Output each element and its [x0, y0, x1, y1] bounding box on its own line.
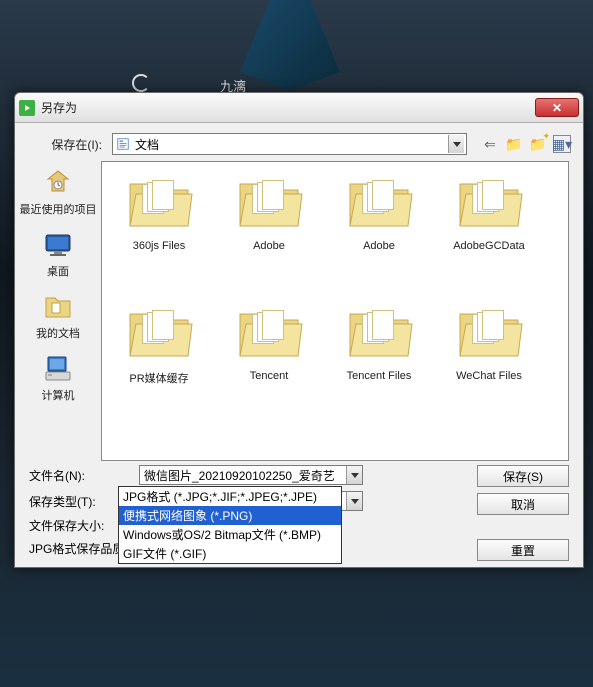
- filename-label: 文件名(N):: [29, 467, 133, 484]
- place-computer[interactable]: 计算机: [18, 353, 98, 403]
- file-list[interactable]: 360js Files Adobe Adobe AdobeGCData PR媒体缓存 Te…: [101, 161, 569, 461]
- place-label: 桌面: [18, 263, 98, 279]
- documents-icon: [115, 136, 131, 152]
- lookin-row: 保存在(I): 文档 ⇐ 📁 📁 ▦▾: [15, 123, 583, 161]
- dialog-title: 另存为: [41, 99, 535, 116]
- lookin-dropdown-icon[interactable]: [448, 135, 464, 153]
- folder-label: AdobeGCData: [439, 240, 539, 252]
- folder-label: WeChat Files: [439, 370, 539, 382]
- desktop-icon: [42, 229, 74, 261]
- folder-icon: [454, 174, 524, 234]
- folder-icon: [234, 174, 304, 234]
- side-buttons: 保存(S) 取消: [477, 465, 569, 515]
- folder-label: Tencent Files: [329, 370, 429, 382]
- lookin-combo[interactable]: 文档: [112, 133, 467, 155]
- folder-item[interactable]: Tencent: [214, 298, 324, 428]
- folder-icon: [344, 174, 414, 234]
- folder-icon: [234, 304, 304, 364]
- place-desktop[interactable]: 桌面: [18, 229, 98, 279]
- folder-item[interactable]: 360js Files: [104, 168, 214, 298]
- folder-icon: [124, 304, 194, 364]
- place-label: 计算机: [18, 387, 98, 403]
- filetype-dropdown[interactable]: JPG格式 (*.JPG;*.JIF;*.JPEG;*.JPE)便携式网络图象 …: [118, 486, 342, 564]
- computer-icon: [42, 353, 74, 385]
- folder-label: Adobe: [219, 240, 319, 252]
- cancel-button[interactable]: 取消: [477, 493, 569, 515]
- recent-icon: [42, 167, 74, 199]
- filename-field[interactable]: 微信图片_20210920102250_爱奇艺: [139, 465, 363, 485]
- place-recent[interactable]: 最近使用的项目: [18, 167, 98, 217]
- filename-value: 微信图片_20210920102250_爱奇艺: [140, 467, 346, 484]
- folder-item[interactable]: WeChat Files: [434, 298, 544, 428]
- folder-item[interactable]: Tencent Files: [324, 298, 434, 428]
- folder-label: 360js Files: [109, 240, 209, 252]
- folder-label: Tencent: [219, 370, 319, 382]
- folder-label: PR媒体缓存: [109, 370, 209, 386]
- folder-item[interactable]: Adobe: [214, 168, 324, 298]
- loading-spinner-icon: [132, 74, 150, 92]
- mydocs-icon: [42, 291, 74, 323]
- folder-icon: [454, 304, 524, 364]
- folder-item[interactable]: AdobeGCData: [434, 168, 544, 298]
- back-icon[interactable]: ⇐: [481, 135, 499, 153]
- filename-dd-icon[interactable]: [346, 466, 362, 484]
- filetype-dd-icon[interactable]: [346, 492, 362, 510]
- folder-item[interactable]: Adobe: [324, 168, 434, 298]
- app-icon: [19, 100, 35, 116]
- filetype-option[interactable]: GIF文件 (*.GIF): [119, 544, 341, 563]
- filetype-option[interactable]: JPG格式 (*.JPG;*.JIF;*.JPEG;*.JPE): [119, 487, 341, 506]
- place-label: 最近使用的项目: [18, 201, 98, 217]
- new-folder-icon[interactable]: 📁: [529, 135, 547, 153]
- filetype-option[interactable]: 便携式网络图象 (*.PNG): [119, 506, 341, 525]
- folder-label: Adobe: [329, 240, 429, 252]
- folder-icon: [124, 174, 194, 234]
- lookin-value: 文档: [135, 136, 448, 153]
- places-bar: 最近使用的项目 桌面 我的文档 计算机: [15, 161, 101, 461]
- filetype-option[interactable]: Windows或OS/2 Bitmap文件 (*.BMP): [119, 525, 341, 544]
- place-label: 我的文档: [18, 325, 98, 341]
- lookin-label: 保存在(I):: [27, 136, 102, 153]
- body-area: 最近使用的项目 桌面 我的文档 计算机 360js File: [15, 161, 583, 461]
- up-folder-icon[interactable]: 📁: [505, 135, 523, 153]
- folder-icon: [344, 304, 414, 364]
- toolbar-icons: ⇐ 📁 📁 ▦▾: [481, 135, 571, 153]
- view-menu-icon[interactable]: ▦▾: [553, 135, 571, 153]
- titlebar[interactable]: 另存为 ✕: [15, 93, 583, 123]
- save-button[interactable]: 保存(S): [477, 465, 569, 487]
- folder-item[interactable]: PR媒体缓存: [104, 298, 214, 428]
- place-mydocs[interactable]: 我的文档: [18, 291, 98, 341]
- reset-button[interactable]: 重置: [477, 539, 569, 561]
- close-button[interactable]: ✕: [535, 98, 579, 117]
